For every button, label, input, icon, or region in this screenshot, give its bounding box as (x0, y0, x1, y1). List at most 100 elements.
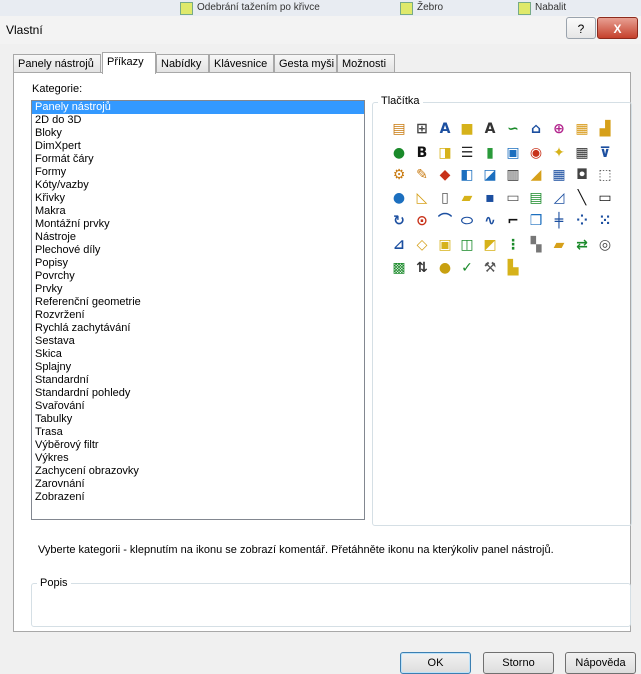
ok-button[interactable]: OK (400, 652, 471, 674)
tab-toolbars[interactable]: Panely nástrojů (13, 54, 101, 72)
table-grid-icon[interactable]: ▦ (574, 145, 590, 161)
category-item[interactable]: Formy (32, 166, 364, 179)
category-item[interactable]: Rozvržení (32, 309, 364, 322)
split-icon[interactable]: ╪ (551, 213, 567, 229)
category-item[interactable]: Bloky (32, 127, 364, 140)
category-item[interactable]: Zarovnání (32, 478, 364, 491)
category-item[interactable]: Zachycení obrazovky (32, 465, 364, 478)
save-icon[interactable]: ▪ (482, 190, 498, 206)
category-item[interactable]: Prvky (32, 283, 364, 296)
assembly-icon[interactable]: ▩ (391, 260, 407, 276)
array-icon[interactable]: ⋮ (505, 237, 521, 253)
linetype-icon[interactable]: ⊞ (414, 121, 430, 137)
category-item[interactable]: Splajny (32, 361, 364, 374)
tiles-icon[interactable]: ▚ (528, 237, 544, 253)
category-item[interactable]: Standardní (32, 374, 364, 387)
grid-dots-icon[interactable]: ⁙ (597, 213, 613, 229)
toolbar-item-rib[interactable]: Žebro (400, 2, 443, 15)
layout-icon[interactable]: ◫ (459, 237, 475, 253)
rotate-icon[interactable]: ↻ (391, 213, 407, 229)
category-item[interactable]: Plechové díly (32, 244, 364, 257)
categories-listbox[interactable]: Panely nástrojů 2D do 3D Bloky DimXpert Form… (31, 100, 365, 520)
wand-icon[interactable]: ✦ (551, 145, 567, 161)
category-item[interactable]: Rychlá zachytávání (32, 322, 364, 335)
cube-icon[interactable]: ■ (459, 121, 475, 137)
circle-dot-icon[interactable]: ◉ (528, 145, 544, 161)
category-item[interactable]: Tabulky (32, 413, 364, 426)
text-style-icon[interactable]: A (437, 121, 453, 137)
category-item[interactable]: Kóty/vazby (32, 179, 364, 192)
category-item[interactable]: Popisy (32, 257, 364, 270)
bar-chart-icon[interactable]: ▥ (505, 167, 521, 183)
close-button[interactable]: X (597, 17, 638, 39)
mirror-icon[interactable]: ◧ (459, 167, 475, 183)
target-icon[interactable]: ⊕ (551, 121, 567, 137)
category-item[interactable]: Standardní pohledy (32, 387, 364, 400)
bold-italic-icon[interactable]: B (414, 145, 430, 161)
category-item[interactable]: Skica (32, 348, 364, 361)
rectangle-icon[interactable]: ▭ (597, 190, 613, 206)
bar-color-icon[interactable]: ▮ (482, 145, 498, 161)
new-file-icon[interactable]: ▯ (437, 190, 453, 206)
pencil-icon[interactable]: ✎ (414, 167, 430, 183)
render-icon[interactable]: ◆ (437, 167, 453, 183)
category-item[interactable]: Formát čáry (32, 153, 364, 166)
tab-options[interactable]: Možnosti (337, 54, 395, 72)
note-icon[interactable]: A (482, 121, 498, 137)
print-icon[interactable]: ▭ (505, 190, 521, 206)
help-footer-button[interactable]: Nápověda (565, 652, 636, 674)
box3d-icon[interactable]: ❒ (528, 213, 544, 229)
corner-icon[interactable]: ⌐ (505, 213, 521, 229)
sketch-line-icon[interactable]: ◿ (551, 190, 567, 206)
category-item[interactable]: Svařování (32, 400, 364, 413)
tab-keyboard[interactable]: Klávesnice (209, 54, 274, 72)
check-cut-icon[interactable]: ✓ (459, 260, 475, 276)
frame-icon[interactable]: ▣ (437, 237, 453, 253)
open-folder-icon[interactable]: ▰ (459, 190, 475, 206)
filter-icon[interactable]: ⊽ (597, 145, 613, 161)
document-box-icon[interactable]: ⬚ (597, 167, 613, 183)
category-item[interactable]: Makra (32, 205, 364, 218)
category-item[interactable]: Výběrový filtr (32, 439, 364, 452)
spline-icon[interactable]: ∽ (505, 121, 521, 137)
toolbar-item-sweep-cut[interactable]: Odebrání tažením po křivce (180, 2, 320, 15)
up-down-icon[interactable]: ⇅ (414, 260, 430, 276)
gear-box-icon[interactable]: ⚙ (391, 167, 407, 183)
category-item[interactable]: Panely nástrojů (32, 101, 364, 114)
toolbar-item-wrap[interactable]: Nabalit (518, 2, 566, 15)
eye-icon[interactable]: ◎ (597, 237, 613, 253)
tab-commands[interactable]: Příkazy (102, 52, 156, 74)
category-item[interactable]: Trasa (32, 426, 364, 439)
move-icon[interactable]: ⇄ (574, 237, 590, 253)
category-item[interactable]: Referenční geometrie (32, 296, 364, 309)
category-item[interactable]: Montážní prvky (32, 218, 364, 231)
plane-icon[interactable]: ◺ (414, 190, 430, 206)
feature-icon[interactable]: ⌂ (528, 121, 544, 137)
category-item[interactable]: Zobrazení (32, 491, 364, 504)
points-icon[interactable]: ⁘ (574, 213, 590, 229)
list-lines-icon[interactable]: ☰ (459, 145, 475, 161)
globe-icon[interactable]: ● (391, 145, 407, 161)
stairs-icon[interactable]: ▟ (597, 121, 613, 137)
earth-icon[interactable]: ● (391, 190, 407, 206)
category-item[interactable]: Křivky (32, 192, 364, 205)
category-item[interactable]: 2D do 3D (32, 114, 364, 127)
category-item[interactable]: Povrchy (32, 270, 364, 283)
shapes-icon[interactable]: ◢ (528, 167, 544, 183)
tab-mouse-gestures[interactable]: Gesta myši (274, 54, 337, 72)
camera-icon[interactable]: ◘ (574, 167, 590, 183)
sheet-icon[interactable]: ◨ (437, 145, 453, 161)
cancel-button[interactable]: Storno (483, 652, 554, 674)
category-item[interactable]: Nástroje (32, 231, 364, 244)
category-item[interactable]: DimXpert (32, 140, 364, 153)
category-item[interactable]: Sestava (32, 335, 364, 348)
tab-menus[interactable]: Nabídky (156, 54, 209, 72)
ellipse-icon[interactable]: ⬭ (459, 213, 475, 229)
sphere-icon[interactable]: ● (437, 260, 453, 276)
line-icon[interactable]: ╲ (574, 190, 590, 206)
tag-icon[interactable]: ◇ (414, 237, 430, 253)
layers-icon[interactable]: ▤ (391, 121, 407, 137)
blocks-icon[interactable]: ◪ (482, 167, 498, 183)
help-button[interactable]: ? (566, 17, 596, 39)
arc-icon[interactable]: ⌒ (437, 213, 453, 229)
